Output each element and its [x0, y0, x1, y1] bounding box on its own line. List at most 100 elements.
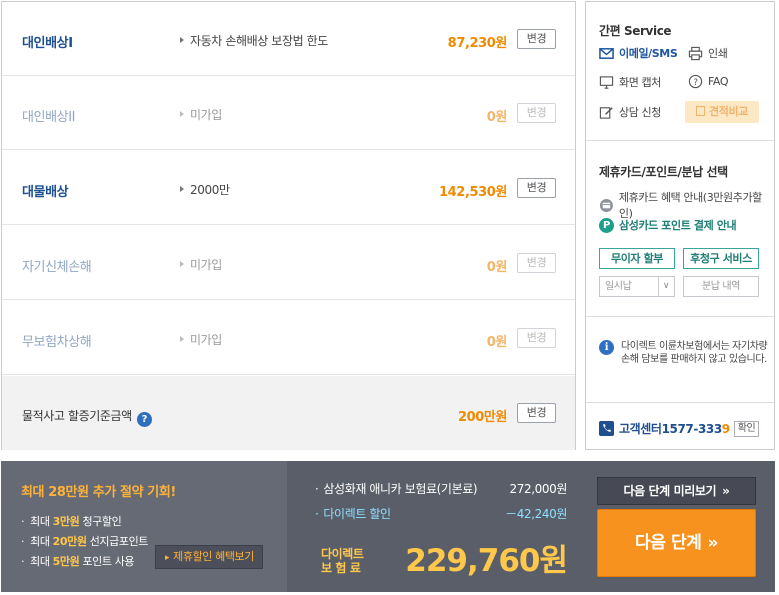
bullet-triangle-icon	[180, 336, 184, 342]
coverage-name: 대인배상II	[22, 110, 76, 125]
total-label: 다이렉트 보 험 료	[321, 547, 364, 575]
promo-item: 최대 20만원 선지급포인트	[21, 533, 148, 549]
service-title: 간편 Service	[599, 24, 672, 38]
print-link[interactable]: 인쇄	[688, 45, 728, 61]
threshold-row: 물적사고 할증기준금액? 200만원 변경	[2, 376, 575, 450]
threshold-amount: 200만원	[457, 410, 507, 425]
compare-quote-button[interactable]: 견적비교	[685, 101, 759, 123]
coverage-desc: 미가입	[180, 331, 222, 348]
coverage-name: 대인배상I	[22, 36, 73, 51]
info-icon: i	[599, 340, 614, 355]
threshold-label-text: 물적사고 할증기준금액	[22, 409, 132, 423]
phone-icon	[599, 421, 614, 436]
change-button[interactable]: 변경	[517, 29, 556, 49]
help-icon[interactable]: ?	[136, 412, 152, 427]
change-button[interactable]: 변경	[517, 253, 556, 273]
coverage-desc: 미가입	[180, 106, 222, 123]
threshold-label: 물적사고 할증기준금액?	[22, 407, 152, 427]
email-sms-label: 이메일/SMS	[619, 47, 678, 60]
bullet-triangle-icon	[180, 186, 184, 192]
next-step-button[interactable]: 다음 단계»	[597, 509, 756, 577]
consult-link[interactable]: 상담 신청	[599, 104, 661, 120]
coverage-name: 자기신체손해	[22, 260, 92, 275]
coverage-name: 무보험차상해	[22, 335, 92, 350]
promo-item: 최대 5만원 포인트 사용	[21, 553, 134, 569]
card-icon	[599, 198, 613, 212]
coverage-desc-text: 2000만	[190, 183, 230, 197]
coverage-desc: 미가입	[180, 256, 222, 273]
compare-label: 견적비교	[709, 105, 748, 118]
envelope-icon	[599, 47, 614, 59]
monitor-icon	[599, 75, 614, 89]
coverage-amount: 0원	[486, 260, 508, 275]
svg-text:?: ?	[693, 77, 697, 87]
coverage-table: 대인배상I 자동차 손해배상 보장법 한도 87,230원 변경 대인배상II …	[1, 1, 576, 450]
preview-label: 다음 단계 미리보기	[623, 484, 717, 498]
pencil-icon	[599, 106, 613, 119]
discount-row: 다이렉트 할인－42,240원	[315, 505, 567, 522]
bullet-triangle-icon	[180, 261, 184, 267]
coverage-amount: 142,530원	[439, 185, 507, 200]
cs-number: 1577-333	[661, 421, 723, 436]
payment-select-value: 일시납	[605, 281, 632, 292]
notice-text: 다이렉트 이륜차보험에서는 자기차량손해 담보를 판매하지 않고 있습니다.	[621, 341, 768, 365]
promo-title: 최대 28만원 추가 절약 기회!	[21, 485, 176, 500]
total-premium: 229,760원	[405, 543, 568, 579]
change-button[interactable]: 변경	[517, 403, 556, 423]
coverage-row: 무보험차상해 미가입 0원 변경	[2, 301, 575, 375]
change-button[interactable]: 변경	[517, 178, 556, 198]
cs-label: 고객센터	[619, 422, 662, 436]
change-button[interactable]: 변경	[517, 328, 556, 348]
faq-link[interactable]: ? FAQ	[688, 74, 729, 89]
coverage-row: 대인배상I 자동차 손해배상 보장법 한도 87,230원 변경	[2, 2, 575, 76]
installment-free-button[interactable]: 무이자 할부	[599, 248, 675, 269]
faq-label: FAQ	[708, 75, 729, 88]
coverage-name: 대물배상	[22, 185, 69, 200]
double-chevron-right-icon: »	[722, 484, 730, 498]
card-section: 제휴카드/포인트/분납 선택 제휴카드 혜택 안내(3만원추가할인) P 삼성카…	[586, 141, 774, 317]
double-chevron-right-icon: »	[707, 533, 719, 553]
document-icon	[696, 106, 706, 116]
capture-label: 화면 캡처	[619, 76, 661, 89]
card-title: 제휴카드/포인트/분납 선택	[599, 165, 728, 179]
promo-box: 최대 28만원 추가 절약 기회! 최대 3만원 청구할인 최대 20만원 선지…	[1, 461, 287, 592]
service-section: 간편 Service 이메일/SMS 인쇄 화면 캡처 ? FAQ 상담 신청 …	[586, 2, 774, 141]
promo-item: 최대 3만원 청구할인	[21, 513, 122, 529]
customer-center: 고객센터 1577-333 9 확인	[599, 420, 760, 437]
premium-summary: 삼성화재 애니카 보험료(기본료)272,000원 다이렉트 할인－42,240…	[301, 461, 581, 592]
coverage-desc-text: 자동차 손해배상 보장법 한도	[190, 34, 328, 48]
coverage-row: 대인배상II 미가입 0원 변경	[2, 76, 575, 150]
cs-confirm-button[interactable]: 확인	[733, 420, 760, 437]
bullet-triangle-icon	[180, 111, 184, 117]
notice: i 다이렉트 이륜차보험에서는 자기차량손해 담보를 판매하지 않고 있습니다.	[599, 340, 769, 366]
coverage-row: 자기신체손해 미가입 0원 변경	[2, 226, 575, 300]
chevron-down-icon: ∨	[657, 277, 669, 296]
point-badge-icon: P	[599, 217, 614, 233]
next-step-label: 다음 단계	[634, 533, 702, 553]
base-premium-row: 삼성화재 애니카 보험료(기본료)272,000원	[315, 480, 567, 497]
consult-label: 상담 신청	[619, 106, 661, 119]
bullet-triangle-icon	[180, 37, 184, 43]
printer-icon	[688, 46, 703, 60]
change-button[interactable]: 변경	[517, 103, 556, 123]
cs-number-last-digit: 9	[721, 421, 730, 436]
bottom-bar: 최대 28만원 추가 절약 기회! 최대 3만원 청구할인 최대 20만원 선지…	[1, 461, 775, 592]
coverage-desc-text: 미가입	[190, 333, 222, 347]
coverage-desc: 2000만	[180, 181, 230, 198]
samsung-card-link[interactable]: P 삼성카드 포인트 결제 안내	[599, 217, 737, 233]
capture-link[interactable]: 화면 캡처	[599, 74, 661, 90]
question-circle-icon: ?	[688, 74, 703, 89]
print-label: 인쇄	[708, 47, 728, 60]
installment-detail-button[interactable]: 분납 내역	[683, 276, 759, 297]
postpay-service-button[interactable]: 후청구 서비스	[683, 248, 759, 269]
benefit-view-button[interactable]: 제휴할인 혜택보기	[155, 545, 263, 569]
coverage-desc: 자동차 손해배상 보장법 한도	[180, 32, 328, 49]
coverage-row: 대물배상 2000만 142,530원 변경	[2, 151, 575, 225]
coverage-amount: 87,230원	[447, 36, 508, 51]
email-sms-link[interactable]: 이메일/SMS	[599, 45, 678, 61]
coverage-amount: 0원	[486, 110, 508, 125]
coverage-amount: 0원	[486, 335, 508, 350]
payment-select[interactable]: 일시납 ∨	[599, 276, 675, 297]
next-step-preview-button[interactable]: 다음 단계 미리보기 »	[597, 477, 756, 505]
coverage-desc-text: 미가입	[190, 258, 222, 272]
